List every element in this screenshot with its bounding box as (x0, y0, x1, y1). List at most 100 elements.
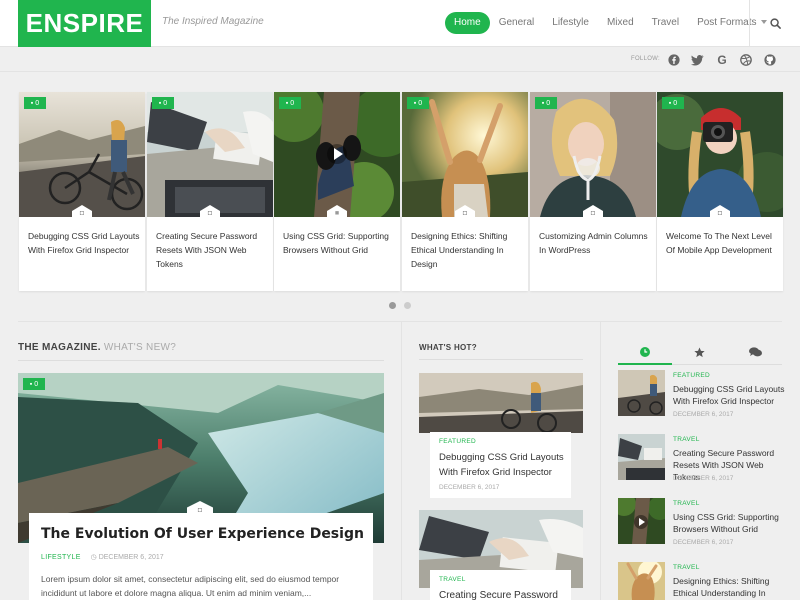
github-icon[interactable] (763, 53, 777, 67)
slide-title[interactable]: Using CSS Grid: Supporting Browsers With… (283, 229, 395, 257)
nav-item-lifestyle[interactable]: Lifestyle (543, 12, 598, 34)
slide-card[interactable]: ▪ 0 ◘ Customizing Admin Columns In WordPr… (530, 92, 656, 291)
comments-icon (748, 347, 762, 357)
search-button[interactable] (749, 0, 800, 47)
slide-card[interactable]: ▪ 0 ◘ Debugging CSS Grid Layouts With Fir… (19, 92, 145, 291)
facebook-icon[interactable] (667, 53, 681, 67)
hot-post-title[interactable]: Debugging CSS Grid Layouts With Firefox … (439, 450, 567, 480)
tab-recent[interactable] (618, 340, 672, 364)
post-category[interactable]: TRAVEL (439, 576, 466, 583)
slide-image[interactable] (530, 92, 656, 217)
slide-title[interactable]: Welcome To The Next Level Of Mobile App … (666, 229, 778, 257)
nav-item-post-formats-label: Post Formats (697, 17, 757, 28)
sidebar-post-thumb[interactable] (618, 562, 665, 600)
twitter-icon[interactable] (690, 53, 704, 67)
tab-comments[interactable] (728, 340, 782, 364)
comment-count: 0 (290, 99, 295, 107)
nav-item-travel[interactable]: Travel (643, 12, 688, 34)
dribbble-icon[interactable] (739, 53, 753, 67)
comment-count: 0 (546, 99, 551, 107)
comment-icon: ▪ (158, 99, 162, 107)
magazine-heading-rule (18, 360, 384, 361)
post-category[interactable]: FEATURED (673, 372, 710, 379)
nav-item-general[interactable]: General (490, 12, 544, 34)
hot-post-image[interactable] (419, 373, 583, 433)
post-category[interactable]: TRAVEL (673, 436, 700, 443)
tabs-rule (672, 364, 782, 365)
post-category[interactable]: TRAVEL (673, 564, 700, 571)
sidebar-post[interactable]: TRAVEL Designing Ethics: Shifting Ethica… (618, 562, 782, 600)
comment-count-badge[interactable]: ▪ 0 (23, 378, 45, 390)
comment-count-badge[interactable]: ▪ 0 (407, 97, 429, 109)
comment-count: 0 (418, 99, 423, 107)
sidebar-post[interactable]: TRAVEL Creating Secure Password Resets W… (618, 434, 782, 484)
post-category[interactable]: FEATURED (439, 438, 476, 445)
featured-post-title[interactable]: The Evolution Of User Experience Design (41, 526, 364, 542)
slider-dot[interactable] (404, 302, 411, 309)
slide-title[interactable]: Customizing Admin Columns In WordPress (539, 229, 651, 257)
whats-hot-rule (419, 359, 583, 360)
post-date: DECEMBER 6, 2017 (673, 539, 734, 546)
hot-post-title[interactable]: Creating Secure Password (439, 588, 567, 600)
site-logo[interactable]: ENSPIRE (18, 0, 151, 47)
slide-card[interactable]: ▪ 0 ◘ Welcome To The Next Level Of Mobile… (657, 92, 783, 291)
search-icon (769, 18, 781, 29)
slide-image[interactable] (19, 92, 145, 217)
sidebar-post-thumb[interactable] (618, 498, 665, 544)
slide-card[interactable]: ▪ 0 ◘ Creating Secure Password Resets Wit… (147, 92, 273, 291)
comment-icon: ▪ (668, 99, 672, 107)
sidebar-post-title[interactable]: Designing Ethics: Shifting Ethical Under… (673, 575, 785, 600)
nav-item-mixed[interactable]: Mixed (598, 12, 643, 34)
sidebar-post-thumb[interactable] (618, 434, 665, 480)
slide-title[interactable]: Debugging CSS Grid Layouts With Firefox … (28, 229, 140, 257)
slide-card[interactable]: ▪ 0 ■ Using CSS Grid: Supporting Browsers… (274, 92, 400, 291)
comment-count: 0 (34, 380, 39, 388)
comment-count-badge[interactable]: ▪ 0 (535, 97, 557, 109)
sidebar-post[interactable]: TRAVEL Using CSS Grid: Supporting Browse… (618, 498, 782, 548)
sidebar-post-title[interactable]: Debugging CSS Grid Layouts With Firefox … (673, 383, 785, 407)
comment-count: 0 (673, 99, 678, 107)
hot-post-card[interactable]: FEATURED Debugging CSS Grid Layouts With… (430, 432, 571, 498)
active-tab-indicator (618, 363, 672, 365)
sidebar-post-thumb[interactable] (618, 370, 665, 416)
post-date: DECEMBER 6, 2017 (673, 411, 734, 418)
nav-item-home[interactable]: Home (445, 12, 490, 34)
comment-icon: ▪ (413, 99, 417, 107)
slide-image[interactable] (402, 92, 528, 217)
comment-count-badge[interactable]: ▪ 0 (152, 97, 174, 109)
comment-count-badge[interactable]: ▪ 0 (279, 97, 301, 109)
column-divider (600, 322, 601, 600)
post-category[interactable]: TRAVEL (673, 500, 700, 507)
sidebar-tabs (618, 340, 782, 365)
comment-count-badge[interactable]: ▪ 0 (662, 97, 684, 109)
post-category[interactable]: LIFESTYLE (41, 554, 81, 561)
google-icon-glyph: G (717, 53, 727, 67)
featured-post-excerpt: Lorem ipsum dolor sit amet, consectetur … (41, 574, 340, 598)
comment-count-badge[interactable]: ▪ 0 (24, 97, 46, 109)
slide-image[interactable] (657, 92, 783, 217)
slide-title[interactable]: Creating Secure Password Resets With JSO… (156, 229, 268, 271)
hot-post-card[interactable]: TRAVEL Creating Secure Password (430, 570, 571, 600)
slide-image[interactable] (147, 92, 273, 217)
whats-hot-heading: WHAT'S HOT? (419, 343, 477, 352)
slide-image[interactable] (274, 92, 400, 217)
featured-post-meta: LIFESTYLE ◷ DECEMBER 6, 2017 (41, 553, 164, 561)
google-icon[interactable]: G (715, 53, 729, 67)
section-divider (18, 321, 782, 322)
slide-title[interactable]: Designing Ethics: Shifting Ethical Under… (411, 229, 523, 271)
tab-popular[interactable] (672, 340, 726, 364)
clock-icon (640, 347, 650, 357)
clock-icon: ◷ (90, 554, 97, 561)
sidebar-post[interactable]: FEATURED Debugging CSS Grid Layouts With… (618, 370, 785, 420)
follow-bar: FOLLOW: G (0, 48, 800, 72)
magazine-heading-main: THE MAGAZINE. (18, 342, 101, 353)
site-header: ENSPIRE The Inspired Magazine Home Gener… (0, 0, 800, 47)
comment-icon: ▪ (30, 99, 34, 107)
star-icon (693, 346, 705, 357)
sidebar-post-title[interactable]: Using CSS Grid: Supporting Browsers With… (673, 511, 785, 535)
comment-count: 0 (35, 99, 40, 107)
slider-dot-active[interactable] (389, 302, 396, 309)
slide-card[interactable]: ▪ 0 ◘ Designing Ethics: Shifting Ethical … (402, 92, 528, 291)
comment-icon: ▪ (285, 99, 289, 107)
comment-count: 0 (163, 99, 168, 107)
